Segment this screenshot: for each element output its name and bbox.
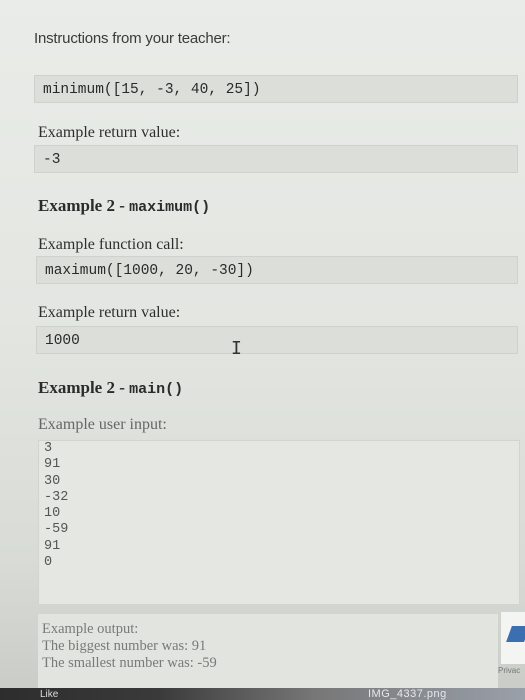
example1-call-box: minimum([15, -3, 40, 25]): [34, 75, 518, 103]
example1-return-label: Example return value:: [38, 124, 181, 141]
image-filename: IMG_4337.png: [368, 688, 447, 700]
example2-call-box: maximum([1000, 20, -30]): [36, 256, 518, 284]
example-input-box: [38, 440, 520, 605]
example-input-list: 3 91 30 -32 10 -59 91 0: [44, 441, 68, 571]
input-line: 30: [44, 473, 61, 489]
input-line: 3: [44, 441, 53, 456]
example-input-label: Example user input:: [38, 416, 167, 433]
heading-code: maximum(): [129, 199, 211, 216]
recaptcha-arrow-icon: [506, 626, 525, 642]
heading-prefix: Example 2 -: [38, 378, 130, 397]
heading-code: main(): [129, 381, 184, 398]
example2-return-box: 1000: [36, 326, 518, 354]
like-button[interactable]: Like: [40, 689, 58, 700]
heading-prefix: Example 2 -: [38, 196, 130, 215]
input-line: -59: [44, 522, 69, 538]
example2-return-label: Example return value:: [38, 304, 181, 321]
output-line: The smallest number was: -59: [42, 655, 217, 671]
output-line: The biggest number was: 91: [42, 638, 207, 654]
instructions-title: Instructions from your teacher:: [34, 30, 231, 47]
example1-call: minimum([15, -3, 40, 25]): [43, 82, 261, 98]
example2-call-label: Example function call:: [38, 236, 184, 253]
example2-return-value: 1000: [45, 333, 80, 349]
example2-maximum-heading: Example 2 - maximum(): [38, 196, 210, 216]
example-output-label: Example output:: [42, 621, 139, 637]
input-line: 10: [44, 506, 61, 522]
example1-return-box: -3: [34, 145, 518, 173]
input-line: 91: [44, 457, 61, 473]
example2-call: maximum([1000, 20, -30]): [45, 263, 254, 279]
input-line: 0: [44, 555, 53, 571]
assignment-page: Instructions from your teacher: minimum(…: [0, 0, 525, 700]
example1-return-value: -3: [43, 152, 61, 168]
recaptcha-widget[interactable]: [500, 612, 525, 664]
input-line: -32: [44, 489, 69, 505]
example2-main-heading: Example 2 - main(): [38, 378, 183, 398]
privacy-link[interactable]: Privac: [498, 666, 520, 675]
input-line: 91: [44, 538, 61, 554]
text-cursor-icon: I: [231, 338, 242, 359]
